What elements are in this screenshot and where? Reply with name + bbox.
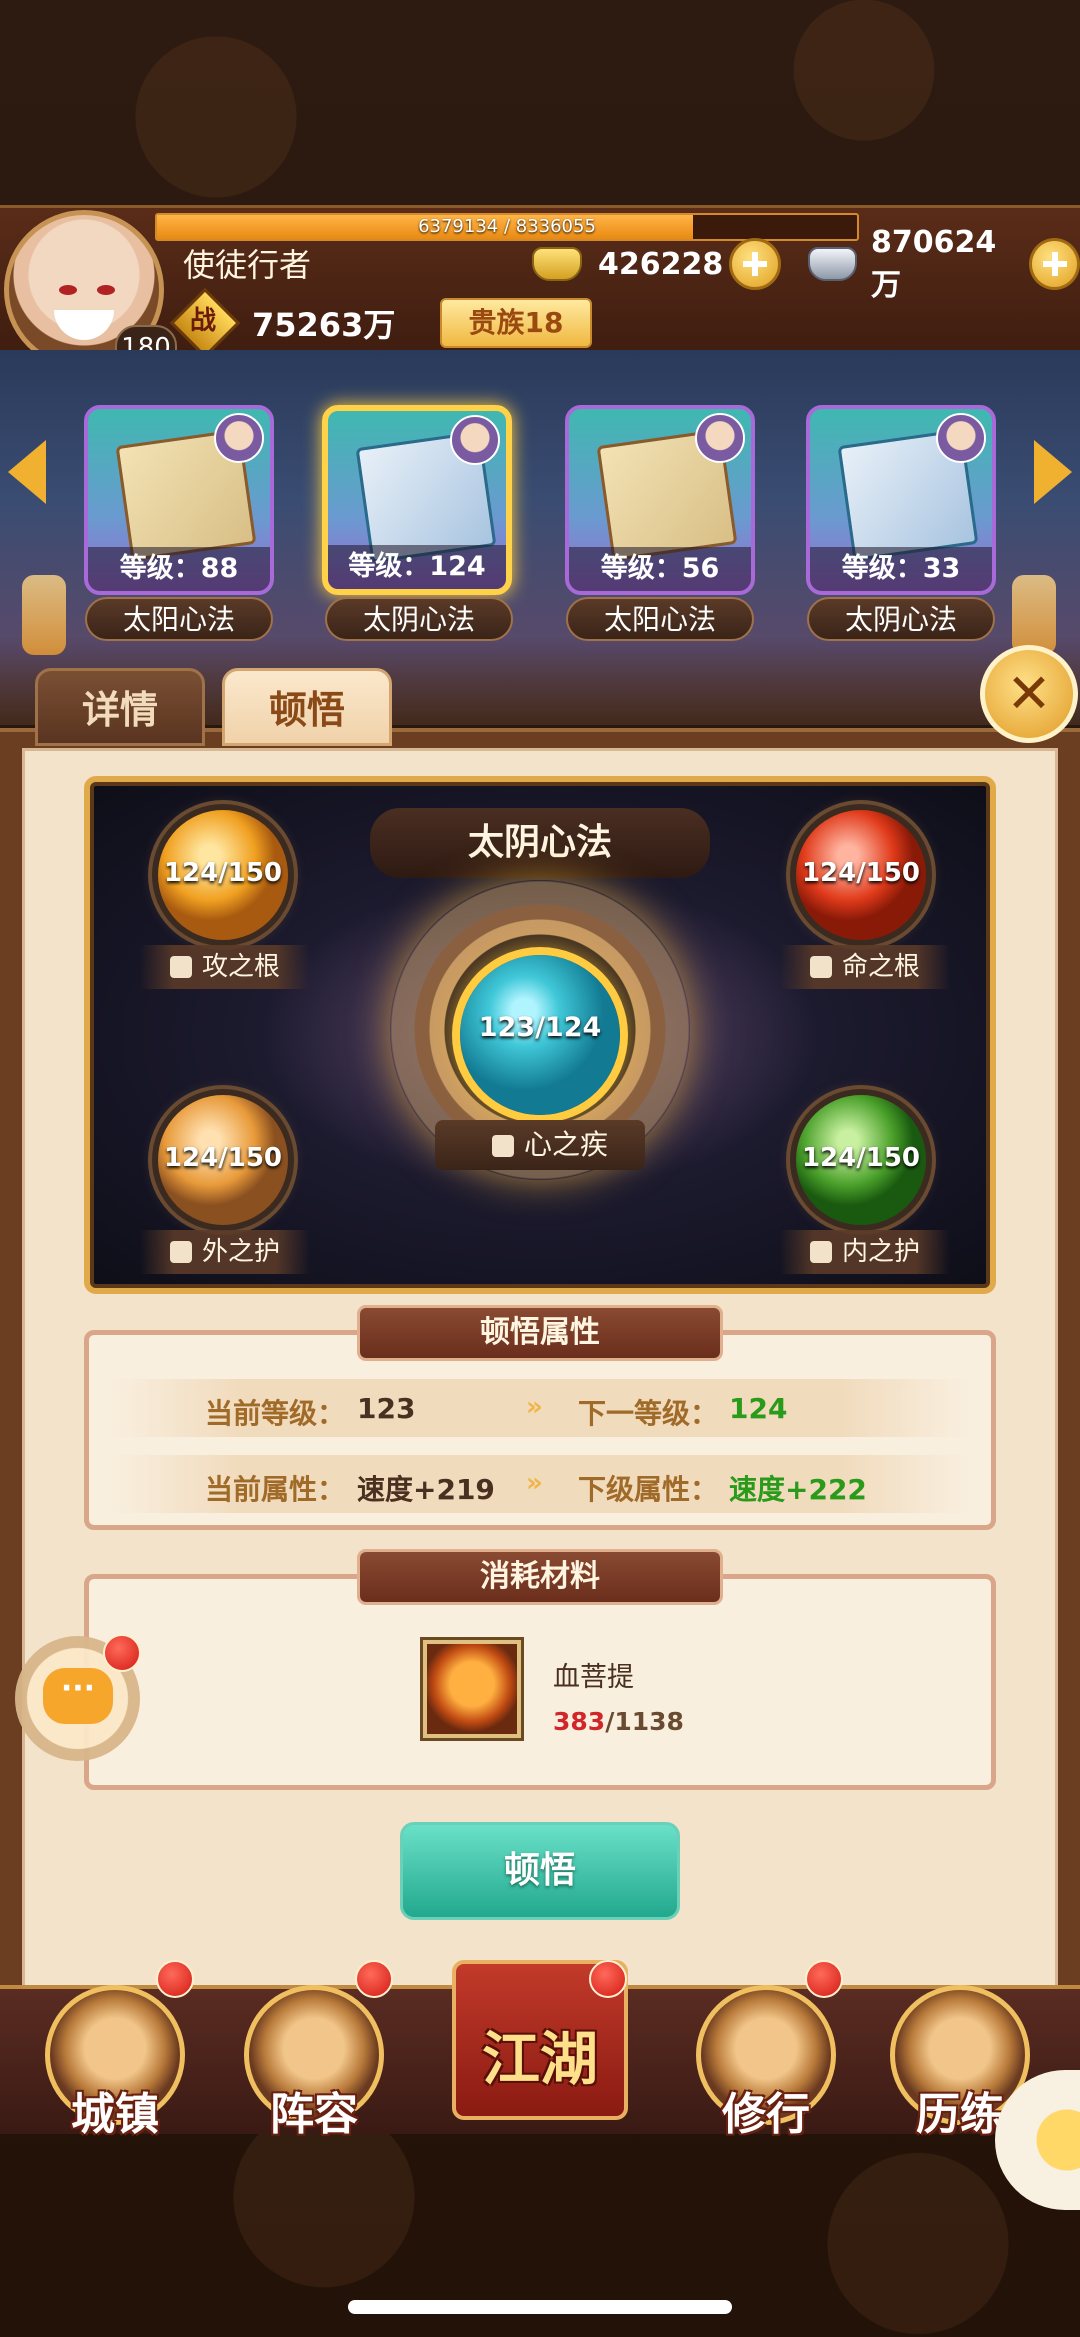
hero-avatar: [450, 415, 500, 465]
materials-title: 消耗材料: [480, 1559, 600, 1594]
hero-avatar: [214, 413, 264, 463]
silver-currency: 870624万: [808, 225, 1080, 303]
center-orb-label-text: 心之疾: [523, 1128, 608, 1161]
center-orb-value: 123/124: [478, 1012, 602, 1043]
current-level-label: 当前等级：: [205, 1397, 346, 1430]
add-gold-button[interactable]: [729, 238, 782, 290]
current-attr-value: 速度+219: [357, 1473, 495, 1506]
skill-card-2[interactable]: 等级：124: [322, 405, 512, 595]
orb-label: 命之根: [780, 945, 950, 989]
next-level-value: 124: [729, 1392, 788, 1425]
tab-insight[interactable]: 顿悟: [222, 668, 392, 746]
silver-ingot-icon: [808, 247, 858, 281]
nav-town-label: 城镇: [71, 2089, 159, 2140]
heart-ailment-icon: [491, 1135, 514, 1157]
nav-cultivation-label: 修行: [722, 2089, 810, 2140]
card-name: 太阴心法: [807, 597, 995, 641]
card-level: 等级：88: [88, 547, 270, 591]
power-icon-label: 战: [189, 306, 216, 336]
next-attr-value: 速度+222: [729, 1473, 867, 1506]
attributes-title: 顿悟属性: [480, 1315, 600, 1350]
next-level-label: 下一等级：: [578, 1397, 719, 1430]
orb-label-text: 外之护: [201, 1237, 280, 1267]
notification-dot: [156, 1960, 194, 1998]
card-name: 太阴心法: [325, 597, 513, 641]
orb-label-text: 命之根: [841, 952, 920, 982]
current-attr-label: 当前属性：: [205, 1473, 346, 1506]
arrow-right-icon: »: [526, 1468, 543, 1498]
material-required: /1138: [605, 1707, 684, 1736]
nav-jianghu-label: 江湖: [481, 2025, 598, 2093]
card-name: 太阳心法: [85, 597, 273, 641]
sword-icon: [169, 956, 192, 978]
gold-currency: 426228: [532, 238, 782, 290]
skill-card-4[interactable]: 等级：33: [806, 405, 996, 595]
blood-bodhi-icon[interactable]: [420, 1637, 524, 1741]
notification-dot: [589, 1960, 627, 1998]
orb-label-text: 攻之根: [201, 952, 280, 982]
player-name: 使徒行者: [183, 246, 312, 284]
chat-icon: ···: [43, 1668, 113, 1724]
card-level: 等级：124: [328, 545, 506, 589]
skill-card-3[interactable]: 等级：56: [565, 405, 755, 595]
insight-button[interactable]: 顿悟: [400, 1822, 680, 1920]
notification-dot: [103, 1634, 141, 1672]
prev-arrow-icon[interactable]: [8, 440, 46, 504]
tab-details[interactable]: 详情: [35, 668, 205, 746]
orb-label-text: 内之护: [841, 1237, 920, 1267]
card-name: 太阳心法: [566, 597, 754, 641]
lantern-icon: [22, 575, 66, 655]
hero-avatar: [936, 413, 986, 463]
materials-section: [84, 1574, 996, 1790]
material-owned: 383: [553, 1707, 606, 1736]
material-count: 383/1138: [553, 1707, 684, 1736]
orb-label: 内之护: [780, 1230, 950, 1274]
material-name: 血菩提: [553, 1662, 634, 1693]
fist-icon: [809, 1241, 832, 1263]
exp-text: 6379134 / 8336055: [418, 216, 596, 237]
arrow-right-icon: »: [526, 1392, 543, 1422]
home-indicator[interactable]: [348, 2300, 732, 2314]
notification-dot: [355, 1960, 393, 1998]
vip-badge[interactable]: 贵族18: [440, 298, 592, 348]
heart-icon: [809, 956, 832, 978]
lantern-icon: [1012, 575, 1056, 655]
center-orb-label: 心之疾: [460, 1122, 640, 1168]
gold-ingot-icon: [532, 247, 582, 281]
orb-value: 124/150: [801, 858, 921, 888]
close-button[interactable]: ✕: [980, 645, 1078, 743]
nav-lineup-label: 阵容: [270, 2089, 358, 2140]
board-title: 太阴心法: [467, 822, 612, 863]
silver-amount: 870624万: [871, 224, 997, 303]
avatar-eye: [97, 285, 115, 295]
card-level: 等级：33: [810, 547, 992, 591]
next-attr-label: 下级属性：: [578, 1473, 719, 1506]
orb-value: 124/150: [163, 858, 283, 888]
next-arrow-icon[interactable]: [1034, 440, 1072, 504]
exp-bar: 6379134 / 8336055: [155, 213, 859, 241]
orb-value: 124/150: [163, 1143, 283, 1173]
add-silver-button[interactable]: [1028, 238, 1080, 290]
shield-icon: [169, 1241, 192, 1263]
notification-dot: [805, 1960, 843, 1998]
current-level-value: 123: [357, 1392, 416, 1425]
avatar-beard: [54, 310, 114, 340]
skill-card-1[interactable]: 等级：88: [84, 405, 274, 595]
hero-avatar: [695, 413, 745, 463]
orb-label: 外之护: [140, 1230, 310, 1274]
gold-amount: 426228: [598, 246, 724, 282]
avatar-eye: [59, 285, 77, 295]
combat-power: 75263万: [252, 306, 396, 344]
orb-value: 124/150: [801, 1143, 921, 1173]
orb-label: 攻之根: [140, 945, 310, 989]
card-level: 等级：56: [569, 547, 751, 591]
